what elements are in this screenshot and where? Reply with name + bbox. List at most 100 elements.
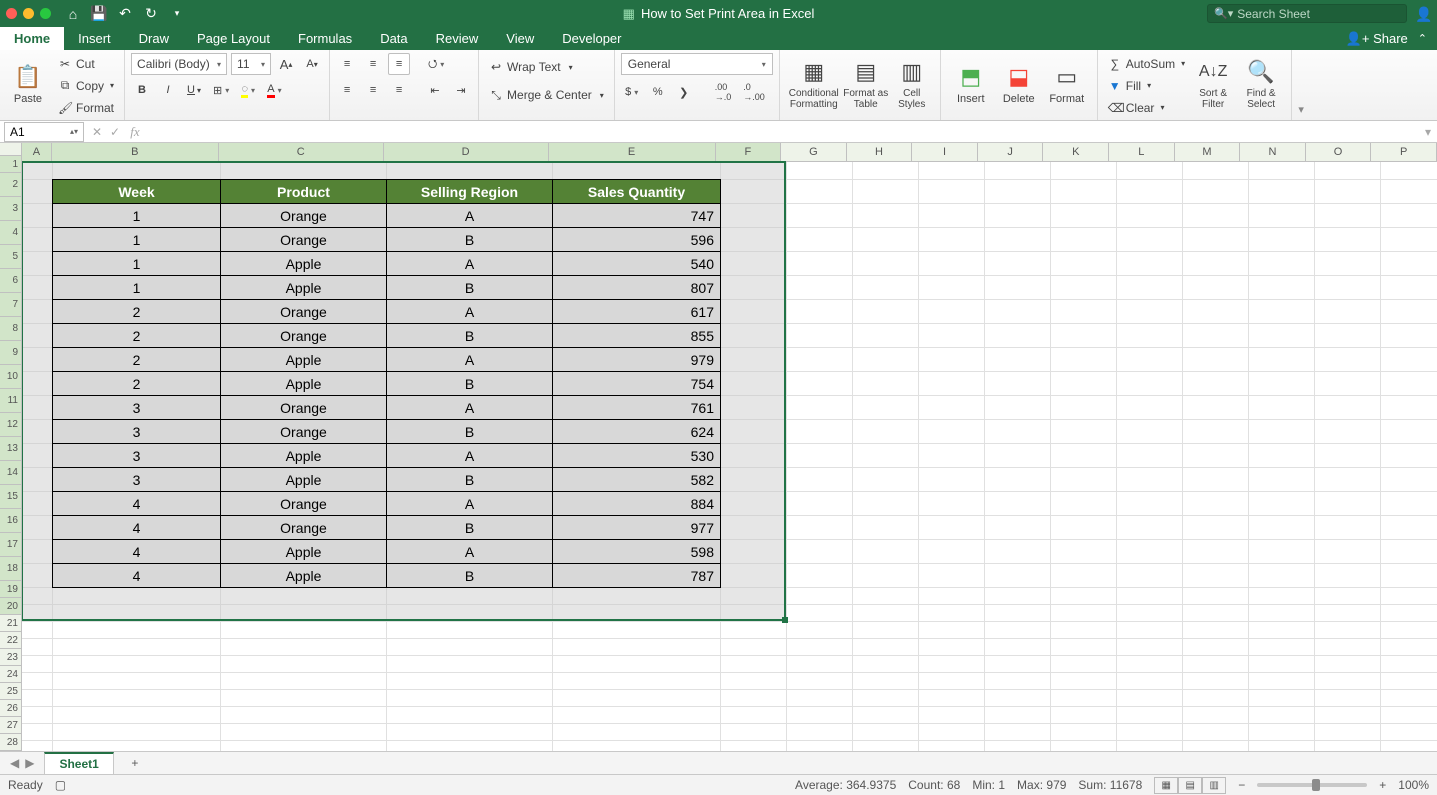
table-row[interactable]: 1AppleA540 bbox=[53, 252, 721, 276]
add-sheet-button[interactable]: + bbox=[124, 752, 146, 774]
table-cell[interactable]: Apple bbox=[221, 444, 387, 468]
table-cell[interactable]: 761 bbox=[553, 396, 721, 420]
table-cell[interactable]: Orange bbox=[221, 492, 387, 516]
table-cell[interactable]: 2 bbox=[53, 348, 221, 372]
column-header[interactable]: L bbox=[1109, 143, 1175, 162]
table-cell[interactable]: A bbox=[387, 444, 553, 468]
table-cell[interactable]: 4 bbox=[53, 516, 221, 540]
worksheet-grid[interactable]: 1234567891011121314151617181920212223242… bbox=[0, 143, 1437, 751]
table-cell[interactable]: Orange bbox=[221, 420, 387, 444]
row-header[interactable]: 13 bbox=[0, 437, 22, 461]
fill-button[interactable]: ▼Fill▾ bbox=[1104, 76, 1189, 96]
delete-cells-button[interactable]: ⬓Delete bbox=[995, 53, 1043, 115]
decrease-indent-button[interactable]: ⇤ bbox=[424, 79, 446, 101]
row-header[interactable]: 14 bbox=[0, 461, 22, 485]
row-header[interactable]: 25 bbox=[0, 683, 22, 700]
table-cell[interactable]: 596 bbox=[553, 228, 721, 252]
column-header[interactable]: H bbox=[847, 143, 913, 162]
orientation-button[interactable]: ⭯ bbox=[424, 53, 448, 75]
table-cell[interactable]: 754 bbox=[553, 372, 721, 396]
align-right-button[interactable]: ≡ bbox=[388, 79, 410, 101]
font-size-select[interactable]: 11 bbox=[231, 53, 271, 75]
table-cell[interactable]: Apple bbox=[221, 564, 387, 588]
comma-format-button[interactable]: ❯ bbox=[673, 81, 695, 103]
zoom-in-button[interactable]: + bbox=[1379, 778, 1386, 792]
table-cell[interactable]: 540 bbox=[553, 252, 721, 276]
align-bottom-button[interactable]: ≡ bbox=[388, 53, 410, 75]
row-header[interactable]: 3 bbox=[0, 197, 22, 221]
table-cell[interactable]: Orange bbox=[221, 516, 387, 540]
table-cell[interactable]: 3 bbox=[53, 420, 221, 444]
home-icon[interactable]: ⌂ bbox=[65, 6, 81, 22]
table-cell[interactable]: 1 bbox=[53, 228, 221, 252]
table-cell[interactable]: 3 bbox=[53, 396, 221, 420]
row-header[interactable]: 20 bbox=[0, 598, 22, 615]
collapse-ribbon-icon[interactable]: ⌃ bbox=[1418, 32, 1427, 45]
table-row[interactable]: 4OrangeA884 bbox=[53, 492, 721, 516]
paste-button[interactable]: 📋 Paste bbox=[6, 53, 50, 115]
increase-decimal-button[interactable]: .00→.0 bbox=[711, 81, 736, 103]
italic-button[interactable]: I bbox=[157, 79, 179, 101]
align-center-button[interactable]: ≡ bbox=[362, 79, 384, 101]
align-middle-button[interactable]: ≡ bbox=[362, 53, 384, 75]
close-window-button[interactable] bbox=[6, 8, 17, 19]
format-painter-button[interactable]: 🖌Format bbox=[54, 98, 118, 118]
table-cell[interactable]: 1 bbox=[53, 276, 221, 300]
table-cell[interactable]: 787 bbox=[553, 564, 721, 588]
border-button[interactable]: ⊞ bbox=[209, 79, 233, 101]
table-cell[interactable]: Orange bbox=[221, 396, 387, 420]
table-cell[interactable]: Apple bbox=[221, 348, 387, 372]
table-row[interactable]: 1AppleB807 bbox=[53, 276, 721, 300]
autosum-button[interactable]: ∑AutoSum▾ bbox=[1104, 54, 1189, 74]
table-cell[interactable]: 530 bbox=[553, 444, 721, 468]
table-cell[interactable]: Apple bbox=[221, 252, 387, 276]
column-header[interactable]: I bbox=[912, 143, 978, 162]
table-cell[interactable]: Apple bbox=[221, 372, 387, 396]
clear-button[interactable]: ⌫Clear▾ bbox=[1104, 98, 1189, 118]
table-cell[interactable]: 2 bbox=[53, 372, 221, 396]
table-cell[interactable]: A bbox=[387, 204, 553, 228]
table-cell[interactable]: Apple bbox=[221, 276, 387, 300]
column-header[interactable]: D bbox=[384, 143, 549, 162]
column-header[interactable]: F bbox=[716, 143, 782, 162]
number-format-select[interactable]: General bbox=[621, 53, 773, 75]
format-as-table-button[interactable]: ▤Format as Table bbox=[842, 53, 890, 115]
find-select-button[interactable]: 🔍Find & Select bbox=[1237, 53, 1285, 115]
row-header[interactable]: 15 bbox=[0, 485, 22, 509]
tab-formulas[interactable]: Formulas bbox=[284, 27, 366, 50]
row-header[interactable]: 23 bbox=[0, 649, 22, 666]
row-header[interactable]: 9 bbox=[0, 341, 22, 365]
table-cell[interactable]: 855 bbox=[553, 324, 721, 348]
table-cell[interactable]: 977 bbox=[553, 516, 721, 540]
row-header[interactable]: 16 bbox=[0, 509, 22, 533]
table-row[interactable]: 4AppleB787 bbox=[53, 564, 721, 588]
table-row[interactable]: 4AppleA598 bbox=[53, 540, 721, 564]
maximize-window-button[interactable] bbox=[40, 8, 51, 19]
row-header[interactable]: 8 bbox=[0, 317, 22, 341]
cut-button[interactable]: ✂Cut bbox=[54, 54, 118, 74]
accounting-format-button[interactable]: $ bbox=[621, 81, 643, 103]
table-cell[interactable]: Orange bbox=[221, 204, 387, 228]
column-header[interactable]: J bbox=[978, 143, 1044, 162]
font-name-select[interactable]: Calibri (Body) bbox=[131, 53, 227, 75]
row-header[interactable]: 11 bbox=[0, 389, 22, 413]
row-header[interactable]: 12 bbox=[0, 413, 22, 437]
table-row[interactable]: 4OrangeB977 bbox=[53, 516, 721, 540]
account-icon[interactable]: 👤 bbox=[1415, 6, 1431, 22]
row-header[interactable]: 7 bbox=[0, 293, 22, 317]
table-row[interactable]: 3AppleB582 bbox=[53, 468, 721, 492]
table-cell[interactable]: 3 bbox=[53, 444, 221, 468]
qat-customize-icon[interactable]: ▾ bbox=[169, 6, 185, 22]
fill-color-button[interactable]: ◌ bbox=[237, 79, 259, 101]
table-cell[interactable]: 582 bbox=[553, 468, 721, 492]
tab-page-layout[interactable]: Page Layout bbox=[183, 27, 284, 50]
select-all-corner[interactable] bbox=[0, 143, 22, 156]
column-header[interactable]: A bbox=[22, 143, 52, 162]
decrease-font-button[interactable]: A▾ bbox=[301, 53, 323, 75]
column-header[interactable]: G bbox=[781, 143, 847, 162]
table-cell[interactable]: B bbox=[387, 516, 553, 540]
sheet-tab[interactable]: Sheet1 bbox=[44, 752, 113, 774]
zoom-thumb[interactable] bbox=[1312, 779, 1320, 791]
row-header[interactable]: 19 bbox=[0, 581, 22, 598]
underline-button[interactable]: U▾ bbox=[183, 79, 205, 101]
